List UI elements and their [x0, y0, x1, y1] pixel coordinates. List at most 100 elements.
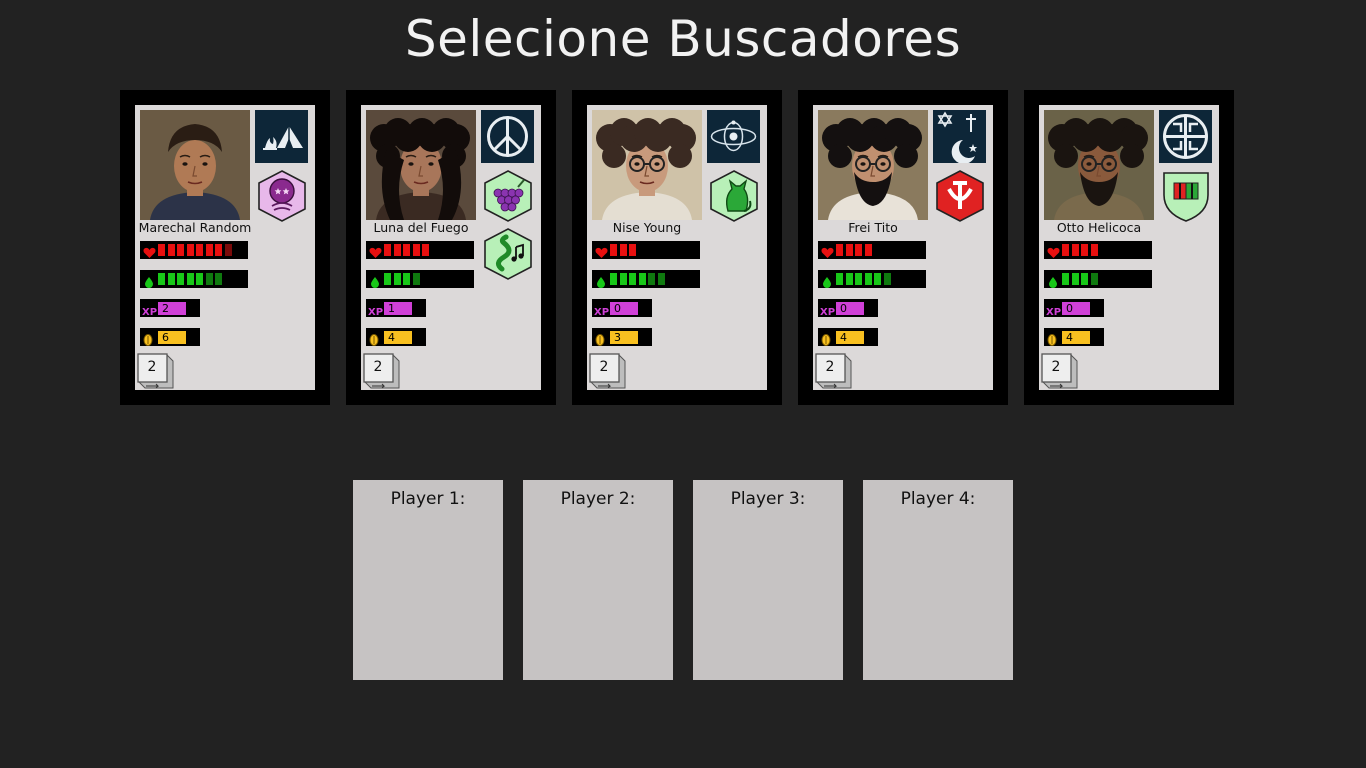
segment: [177, 273, 184, 285]
coin-icon: [1046, 331, 1060, 350]
segment: [629, 273, 636, 285]
segment: [1071, 244, 1079, 256]
dice-count: 2: [147, 359, 157, 375]
tent-campfire-icon: [255, 110, 308, 163]
dice-icon: 2: [588, 352, 626, 390]
xp-icon: XP: [368, 302, 384, 321]
health-bar: [818, 241, 926, 259]
segment: [186, 244, 194, 256]
character-name: Luna del Fuego: [373, 220, 469, 235]
segment: [1062, 273, 1069, 285]
xp-value: 2: [158, 302, 186, 315]
coin-bar: 4: [1044, 328, 1104, 346]
player-label: Player 3:: [730, 489, 806, 509]
player-slot-3[interactable]: Player 3:: [693, 480, 843, 680]
drop-icon: [143, 273, 155, 288]
segment: [384, 244, 391, 256]
drop-icon: [369, 273, 381, 288]
segment: [638, 273, 646, 285]
segment: [1071, 273, 1079, 285]
dice-count: 2: [1051, 359, 1061, 375]
character-card[interactable]: Frei Tito XP 0 4 2: [798, 90, 1008, 405]
segment: [186, 273, 194, 285]
segment: [629, 244, 636, 256]
xp-icon: XP: [820, 302, 836, 321]
dice-icon: 2: [1040, 352, 1078, 390]
player-label: Player 4:: [900, 489, 976, 509]
dice-icon: 2: [136, 352, 174, 390]
snake-music-icon: [482, 227, 534, 281]
dice-icon: 2: [362, 352, 400, 390]
segment: [422, 244, 429, 256]
svg-text:XP: XP: [820, 307, 835, 317]
svg-text:XP: XP: [1046, 307, 1061, 317]
stars-badge-icon: [256, 169, 308, 223]
segment: [196, 273, 203, 285]
segment: [215, 273, 222, 285]
coin-value: 4: [836, 331, 864, 344]
character-portrait: [818, 110, 928, 220]
player-label: Player 1:: [390, 489, 466, 509]
character-card[interactable]: Luna del Fuego XP 1 4 2: [346, 90, 556, 405]
player-label: Player 2:: [560, 489, 636, 509]
peace-sign-icon: [481, 110, 534, 163]
player-slot-1[interactable]: Player 1:: [353, 480, 503, 680]
heart-icon: [1047, 244, 1060, 258]
heart-icon: [595, 244, 608, 258]
coin-value: 4: [384, 331, 412, 344]
coin-bar: 4: [818, 328, 878, 346]
xp-value: 0: [1062, 302, 1090, 315]
xp-value: 1: [384, 302, 412, 315]
segment: [158, 244, 165, 256]
segment: [855, 244, 862, 256]
xp-value: 0: [610, 302, 638, 315]
character-portrait: [1044, 110, 1154, 220]
segment: [648, 273, 655, 285]
card-face: Nise Young XP 0 3 2: [587, 105, 767, 390]
dice-icon: 2: [814, 352, 852, 390]
coin-bar: 4: [366, 328, 426, 346]
grapes-icon: [482, 169, 534, 223]
dice-count: 2: [373, 359, 383, 375]
character-name: Otto Helicoca: [1056, 220, 1142, 235]
dice-count: 2: [825, 359, 835, 375]
character-name: Nise Young: [612, 220, 682, 235]
player-slot-2[interactable]: Player 2:: [523, 480, 673, 680]
svg-text:XP: XP: [142, 307, 157, 317]
character-portrait: [140, 110, 250, 220]
heart-icon: [143, 244, 156, 258]
segment: [205, 273, 213, 285]
segment: [196, 244, 203, 256]
segment: [167, 273, 175, 285]
character-card[interactable]: Marechal Random XP 2 6 2: [120, 90, 330, 405]
segment: [412, 273, 420, 285]
segment: [836, 244, 843, 256]
segment: [864, 273, 872, 285]
character-card[interactable]: Nise Young XP 0 3 2: [572, 90, 782, 405]
svg-text:XP: XP: [594, 307, 609, 317]
coin-bar: 3: [592, 328, 652, 346]
xp-bar: XP 2: [140, 299, 200, 318]
hammer-sickle-icon: [934, 169, 986, 223]
segment: [610, 244, 617, 256]
drop-icon: [595, 273, 607, 288]
segment: [167, 244, 175, 256]
sanity-bar: [592, 270, 700, 288]
card-face: Frei Tito XP 0 4 2: [813, 105, 993, 390]
health-bar: [592, 241, 700, 259]
character-portrait: [592, 110, 702, 220]
segment: [403, 244, 410, 256]
character-name: Marechal Random: [138, 220, 252, 235]
shield-bars-icon: [1160, 169, 1212, 223]
svg-text:XP: XP: [368, 307, 383, 317]
segment: [224, 244, 232, 256]
segment: [883, 273, 891, 285]
religions-icon: [933, 110, 986, 164]
player-slot-4[interactable]: Player 4:: [863, 480, 1013, 680]
card-face: Marechal Random XP 2 6 2: [135, 105, 315, 390]
character-card[interactable]: Otto Helicoca XP 0 4 2: [1024, 90, 1234, 405]
card-face: Luna del Fuego XP 1 4 2: [361, 105, 541, 390]
drop-icon: [821, 273, 833, 288]
segment: [384, 273, 391, 285]
segment: [1081, 244, 1088, 256]
